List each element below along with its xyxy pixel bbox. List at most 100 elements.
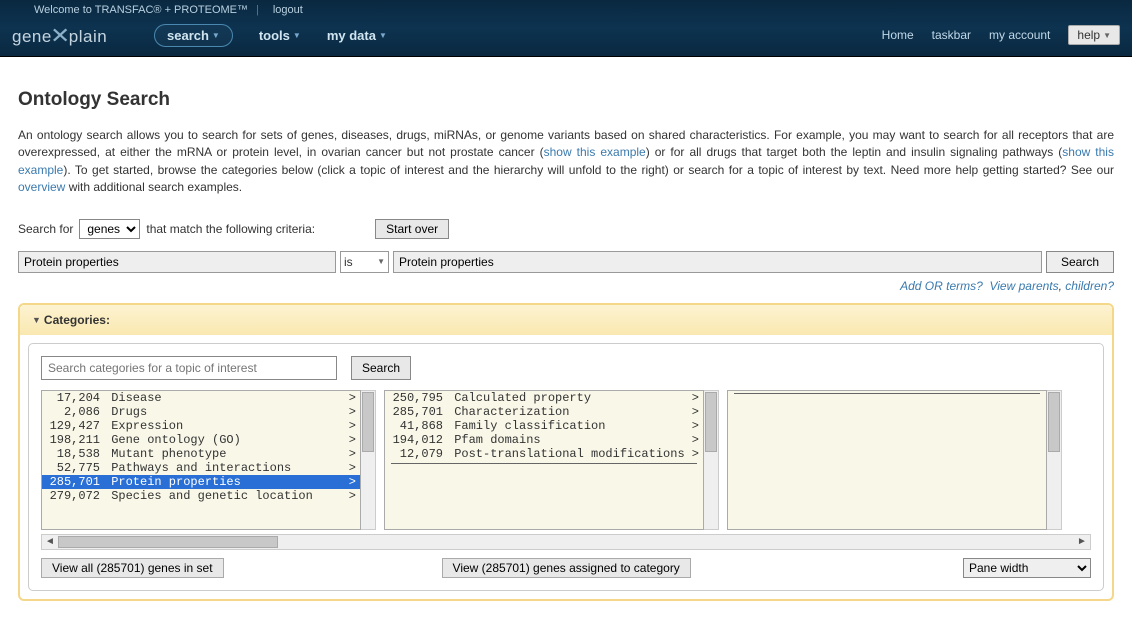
categories-header-label: Categories:: [44, 313, 110, 327]
chevron-right-icon: >: [349, 405, 356, 419]
category-count: 41,868: [389, 419, 447, 433]
category-count: 18,538: [46, 447, 104, 461]
category-label: Expression: [104, 419, 349, 433]
category-row[interactable]: 129,427 Expression>: [42, 419, 360, 433]
divider: |: [256, 4, 259, 16]
intro-paragraph: An ontology search allows you to search …: [18, 127, 1114, 197]
main-nav: search▼ tools▼ my data▼: [154, 24, 387, 47]
horizontal-scrollbar[interactable]: ◄ ►: [41, 534, 1091, 550]
category-row[interactable]: 279,072 Species and genetic location>: [42, 489, 360, 503]
scroll-right-icon[interactable]: ►: [1074, 536, 1090, 547]
chevron-right-icon: >: [349, 419, 356, 433]
logout-link[interactable]: logout: [273, 4, 303, 16]
category-panes: 17,204 Disease>2,086 Drugs>129,427 Expre…: [41, 390, 1091, 530]
category-row[interactable]: 250,795 Calculated property>: [385, 391, 703, 405]
header-right: Home taskbar my account help▼: [882, 25, 1120, 45]
scrollbar[interactable]: [704, 390, 719, 530]
chevron-right-icon: >: [692, 419, 699, 433]
category-field[interactable]: [18, 251, 336, 273]
home-link[interactable]: Home: [882, 28, 914, 42]
category-row[interactable]: 2,086 Drugs>: [42, 405, 360, 419]
chevron-down-icon: ▼: [293, 31, 301, 40]
logo-x-icon: ✕: [50, 23, 71, 49]
intro-text-2: ) or for all drugs that target both the …: [646, 145, 1063, 159]
category-count: 194,012: [389, 433, 447, 447]
category-count: 198,211: [46, 433, 104, 447]
criteria-row: Search for genes that match the followin…: [18, 219, 1114, 239]
chevron-right-icon: >: [349, 391, 356, 405]
category-row[interactable]: 52,775 Pathways and interactions>: [42, 461, 360, 475]
add-or-link[interactable]: Add OR terms?: [900, 279, 983, 293]
category-row[interactable]: 18,538 Mutant phenotype>: [42, 447, 360, 461]
hint-row: Add OR terms? View parents, children?: [18, 279, 1114, 293]
category-label: Drugs: [104, 405, 349, 419]
category-count: 2,086: [46, 405, 104, 419]
match-label: that match the following criteria:: [146, 222, 315, 236]
category-row[interactable]: 198,211 Gene ontology (GO)>: [42, 433, 360, 447]
chevron-right-icon: >: [349, 461, 356, 475]
categories-header[interactable]: ▼ Categories:: [20, 305, 1112, 335]
chevron-right-icon: >: [349, 475, 356, 489]
operator-select[interactable]: is▼: [340, 251, 389, 273]
scrollbar[interactable]: [1047, 390, 1062, 530]
entity-select[interactable]: genes: [79, 219, 140, 239]
taskbar-link[interactable]: taskbar: [932, 28, 971, 42]
example-link-1[interactable]: show this example: [544, 145, 646, 159]
scroll-left-icon[interactable]: ◄: [42, 536, 58, 547]
nav-tools[interactable]: tools▼: [259, 28, 301, 43]
page-title: Ontology Search: [18, 89, 1114, 111]
view-parents-link[interactable]: View parents: [989, 279, 1058, 293]
category-label: Pfam domains: [447, 433, 692, 447]
value-field[interactable]: [393, 251, 1042, 273]
categories-footer: View all (285701) genes in set View (285…: [41, 558, 1091, 578]
help-button[interactable]: help▼: [1068, 25, 1120, 45]
category-row[interactable]: 17,204 Disease>: [42, 391, 360, 405]
scrollbar-thumb[interactable]: [362, 392, 374, 452]
search-button[interactable]: Search: [1046, 251, 1114, 273]
scrollbar-thumb[interactable]: [1048, 392, 1060, 452]
category-row[interactable]: 194,012 Pfam domains>: [385, 433, 703, 447]
viewall-button[interactable]: View all (285701) genes in set: [41, 558, 224, 578]
category-label: Family classification: [447, 419, 692, 433]
category-count: 17,204: [46, 391, 104, 405]
category-row[interactable]: 12,079 Post-translational modifications>: [385, 447, 703, 461]
chevron-right-icon: >: [692, 405, 699, 419]
intro-text-3: ). To get started, browse the categories…: [63, 163, 1114, 177]
chevron-right-icon: >: [349, 433, 356, 447]
overview-link[interactable]: overview: [18, 180, 65, 194]
welcome-text: Welcome to TRANSFAC® + PROTEOME™: [34, 4, 248, 16]
category-count: 279,072: [46, 489, 104, 503]
categories-search-button[interactable]: Search: [351, 356, 411, 380]
chevron-right-icon: >: [349, 489, 356, 503]
view-children-link[interactable]: children?: [1065, 279, 1114, 293]
category-label: Gene ontology (GO): [104, 433, 349, 447]
scrollbar-thumb[interactable]: [58, 536, 278, 548]
scrollbar-thumb[interactable]: [705, 392, 717, 452]
header-top-bar: Welcome to TRANSFAC® + PROTEOME™ | logou…: [0, 0, 1132, 20]
viewassigned-button[interactable]: View (285701) genes assigned to category: [442, 558, 691, 578]
divider: [734, 393, 1040, 394]
header-main: gene✕plain search▼ tools▼ my data▼ Home …: [0, 20, 1132, 56]
scroll-track[interactable]: [58, 535, 1074, 549]
category-label: Characterization: [447, 405, 692, 419]
chevron-right-icon: >: [349, 447, 356, 461]
searchfor-label: Search for: [18, 222, 73, 236]
categories-search-input[interactable]: [41, 356, 337, 380]
category-row[interactable]: 41,868 Family classification>: [385, 419, 703, 433]
startover-button[interactable]: Start over: [375, 219, 449, 239]
myaccount-link[interactable]: my account: [989, 28, 1050, 42]
category-label: Species and genetic location: [104, 489, 349, 503]
category-pane-3: [727, 390, 1047, 530]
intro-text-4: with additional search examples.: [65, 180, 242, 194]
nav-search[interactable]: search▼: [154, 24, 233, 47]
nav-mydata[interactable]: my data▼: [327, 28, 387, 43]
chevron-down-icon: ▼: [379, 31, 387, 40]
logo[interactable]: gene✕plain: [12, 22, 130, 48]
category-pane-2: 250,795 Calculated property>285,701 Char…: [384, 390, 704, 530]
panewidth-select[interactable]: Pane width: [963, 558, 1091, 578]
category-row[interactable]: 285,701 Characterization>: [385, 405, 703, 419]
category-row[interactable]: 285,701 Protein properties>: [42, 475, 360, 489]
category-label: Mutant phenotype: [104, 447, 349, 461]
chevron-right-icon: >: [692, 433, 699, 447]
scrollbar[interactable]: [361, 390, 376, 530]
